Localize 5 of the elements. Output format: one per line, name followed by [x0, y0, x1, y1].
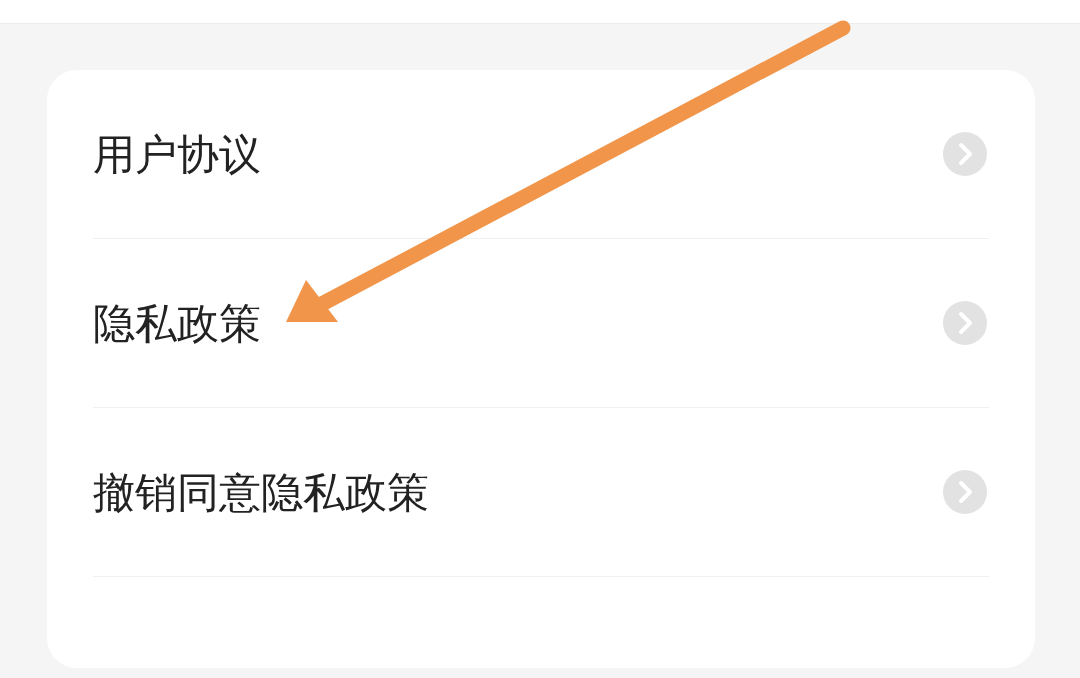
chevron-right-icon	[943, 301, 987, 345]
chevron-right-icon	[943, 470, 987, 514]
menu-item[interactable]: 用户协议	[93, 70, 989, 239]
menu-item[interactable]: 撤销同意隐私政策	[93, 408, 989, 577]
chevron-right-icon	[943, 132, 987, 176]
